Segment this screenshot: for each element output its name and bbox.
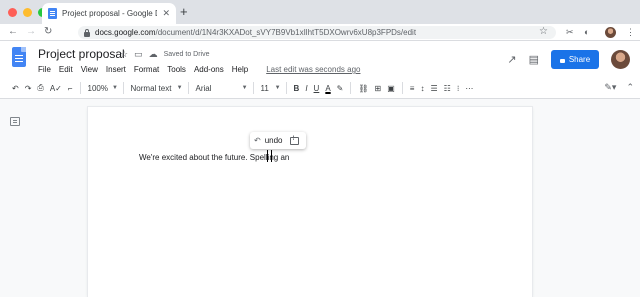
numbered-list-icon[interactable]: ☷ xyxy=(444,84,451,93)
tab-title: Project proposal - Google Docs xyxy=(62,9,157,18)
collapse-menus-icon[interactable]: ⌃ xyxy=(626,82,634,93)
tab-close-icon[interactable]: ✕ xyxy=(162,8,170,19)
chevron-down-icon: ▼ xyxy=(241,85,248,91)
checklist-icon[interactable]: ☰ xyxy=(430,84,437,93)
zoom-value: 100% xyxy=(87,83,108,93)
align-left-icon[interactable]: ≡ xyxy=(410,84,415,93)
docs-header: Project proposal ☆ ▭ ☁ Saved to Drive Fi… xyxy=(0,41,640,78)
toolbar-divider xyxy=(122,82,124,94)
menu-bar: File Edit View Insert Format Tools Add-o… xyxy=(38,65,360,74)
last-edit-link[interactable]: Last edit was seconds ago xyxy=(266,65,360,74)
formatting-toolbar: ↶ ↷ ⎙ A✓ ⌐ 100% ▼ Normal text ▼ Arial ▼ 11 ▼… xyxy=(0,78,640,99)
print-icon[interactable]: ⎙ xyxy=(37,83,43,93)
back-arrow-icon[interactable]: ← xyxy=(8,26,18,37)
underline-button[interactable]: U xyxy=(314,84,320,93)
italic-button[interactable]: I xyxy=(305,84,307,93)
undo-button[interactable]: undo xyxy=(265,136,283,145)
account-avatar[interactable] xyxy=(611,50,630,69)
paragraph-style-value: Normal text xyxy=(130,83,172,93)
chevron-down-icon: ▼ xyxy=(274,85,281,91)
minimize-window-button[interactable] xyxy=(23,8,32,17)
saved-status: Saved to Drive xyxy=(163,51,210,58)
document-canvas xyxy=(0,99,640,297)
text-color-button[interactable]: A xyxy=(325,84,330,93)
text-cursor xyxy=(267,150,272,162)
bulleted-list-icon[interactable]: ⁝ xyxy=(457,84,460,93)
bold-button[interactable]: B xyxy=(294,84,300,93)
docs-logo-icon[interactable] xyxy=(12,47,26,67)
url-input[interactable]: docs.google.com/document/d/1N4r3KXADot_s… xyxy=(78,26,556,39)
activity-trend-icon[interactable]: ↗ xyxy=(507,53,516,66)
forward-arrow-icon[interactable]: → xyxy=(26,26,36,37)
chevron-down-icon: ▼ xyxy=(176,85,183,91)
document-title[interactable]: Project proposal xyxy=(38,47,125,61)
title-actions: ☆ ▭ ☁ Saved to Drive xyxy=(120,49,210,60)
menu-tools[interactable]: Tools xyxy=(167,65,186,74)
redo-icon[interactable]: ↷ xyxy=(25,84,32,93)
browser-tab[interactable]: Project proposal - Google Docs ✕ xyxy=(42,3,176,24)
toolbar-divider xyxy=(350,82,352,94)
document-outline-icon[interactable] xyxy=(10,117,20,126)
star-icon[interactable]: ☆ xyxy=(120,49,128,60)
undo-suggestion-popup: ↶ undo xyxy=(250,132,306,149)
paint-format-icon[interactable]: ⌐ xyxy=(68,84,73,93)
scissors-extension-icon[interactable]: ✂ xyxy=(566,27,574,38)
spellcheck-icon[interactable]: A✓ xyxy=(50,84,62,93)
share-lock-icon xyxy=(559,58,565,63)
document-page[interactable] xyxy=(88,107,532,297)
cloud-saved-icon: ☁ xyxy=(148,49,158,59)
toolbar-right: ✎▾ ⌃ xyxy=(604,82,634,93)
undo-icon[interactable]: ↶ xyxy=(12,84,19,93)
move-folder-icon[interactable]: ▭ xyxy=(134,49,143,60)
toolbar-divider xyxy=(187,82,189,94)
toolbar-divider xyxy=(79,82,81,94)
paragraph-style-select[interactable]: Normal text ▼ xyxy=(131,84,183,93)
undo-arrow-icon[interactable]: ↶ xyxy=(254,136,261,145)
font-value: Arial xyxy=(195,83,212,93)
chevron-down-icon: ▼ xyxy=(112,85,118,91)
editing-mode-icon[interactable]: ✎▾ xyxy=(604,82,616,93)
line-spacing-icon[interactable]: ↕ xyxy=(420,84,424,93)
font-size-select[interactable]: 11 ▼ xyxy=(261,84,281,93)
share-label: Share xyxy=(568,55,591,64)
bookmark-star-icon[interactable]: ☆ xyxy=(539,26,548,37)
toolbar-divider xyxy=(401,82,403,94)
insert-image-icon[interactable]: ▣ xyxy=(387,84,395,93)
browser-menu-icon[interactable]: ⋮ xyxy=(626,27,635,38)
insert-link-icon[interactable]: ⛓ xyxy=(358,84,368,93)
url-text: docs.google.com/document/d/1N4r3KXADot_s… xyxy=(95,28,417,37)
more-options-icon[interactable]: ⋯ xyxy=(465,84,473,93)
browser-tab-bar: Project proposal - Google Docs ✕ + xyxy=(0,0,640,24)
extension-icon[interactable]: ◐ xyxy=(584,27,589,37)
share-button[interactable]: Share xyxy=(551,50,599,69)
header-actions: ↗ ▤ Share xyxy=(507,50,630,69)
new-tab-button[interactable]: + xyxy=(180,4,188,19)
highlight-pen-icon[interactable]: ✎ xyxy=(337,84,344,93)
menu-view[interactable]: View xyxy=(81,65,98,74)
font-size-value: 11 xyxy=(260,83,269,93)
comment-icon[interactable]: ▤ xyxy=(529,53,539,66)
lock-icon xyxy=(84,28,90,37)
docs-favicon-icon xyxy=(48,8,57,19)
address-bar-row: ← → ↻ docs.google.com/document/d/1N4r3KX… xyxy=(0,24,640,41)
menu-edit[interactable]: Edit xyxy=(59,65,73,74)
menu-insert[interactable]: Insert xyxy=(106,65,126,74)
browser-profile-avatar[interactable] xyxy=(605,27,616,38)
toolbar-divider xyxy=(285,82,287,94)
close-window-button[interactable] xyxy=(8,8,17,17)
add-comment-icon[interactable]: ⊞ xyxy=(375,84,382,93)
feedback-icon[interactable] xyxy=(289,136,299,145)
reload-icon[interactable]: ↻ xyxy=(44,26,52,37)
menu-file[interactable]: File xyxy=(38,65,51,74)
menu-add-ons[interactable]: Add-ons xyxy=(194,65,224,74)
menu-help[interactable]: Help xyxy=(232,65,248,74)
zoom-select[interactable]: 100% ▼ xyxy=(88,84,118,93)
menu-format[interactable]: Format xyxy=(134,65,159,74)
font-select[interactable]: Arial ▼ xyxy=(196,84,248,93)
toolbar-divider xyxy=(252,82,254,94)
